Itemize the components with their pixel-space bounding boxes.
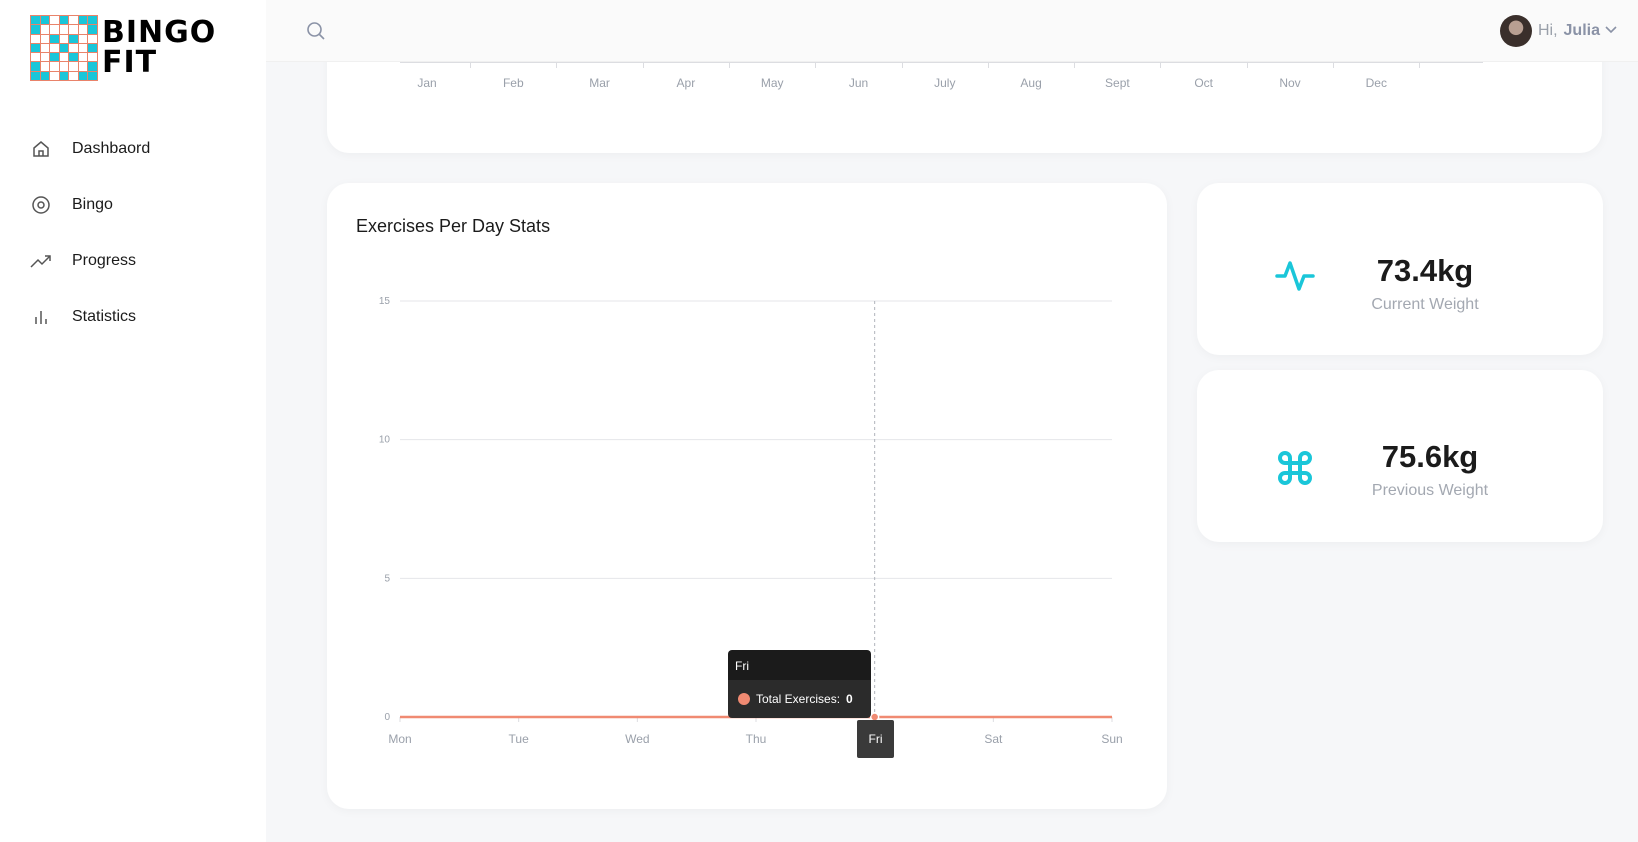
current-weight-value: 73.4kg [1376,253,1474,288]
command-icon [1275,448,1315,488]
sidebar-item-label: Progress [72,252,137,269]
previous-weight-label: Previous Weight [1371,482,1489,499]
sidebar-item-label: Bingo [72,196,113,213]
chart-tooltip: Fri Total Exercises: 0 [728,650,871,718]
current-weight-card: 73.4kg Current Weight [1197,183,1603,355]
month-tick-mark [815,62,817,68]
user-menu[interactable]: Hi, Julia [1499,15,1618,47]
bar-chart-icon [30,306,52,328]
sidebar: BINGO FIT Dashbaord Bingo Progress Stati… [0,0,266,842]
month-tick-mark [556,62,558,68]
month-tick-label: Dec [1365,76,1387,90]
month-tick-mark [1160,62,1162,68]
sidebar-item-bingo[interactable]: Bingo [30,177,150,233]
month-tick-mark [1419,62,1421,68]
month-tick-label: Mar [589,76,610,90]
logo-text: BINGO FIT [102,18,216,78]
x-tick-label: Tue [509,732,530,746]
previous-weight-card: 75.6kg Previous Weight [1197,370,1603,542]
month-tick-label: Oct [1194,76,1214,90]
previous-weight-value: 75.6kg [1381,439,1479,474]
logo-line-1: BINGO [102,15,217,50]
x-tick-label: Sun [1101,732,1122,746]
tooltip-value: 0 [846,692,853,706]
month-tick-mark [728,62,730,68]
username: Julia [1563,22,1600,39]
pulse-icon [1275,256,1315,296]
y-tick-label: 10 [379,435,391,446]
greeting: Hi, [1537,22,1558,39]
y-tick-label: 0 [384,712,390,723]
sidebar-item-dashboard[interactable]: Dashbaord [30,121,150,177]
series-dot-icon [738,693,750,705]
tooltip-category: Fri [728,650,871,680]
month-tick-label: May [760,76,784,90]
sidebar-item-label: Dashbaord [72,140,151,157]
y-tick-label: 15 [379,296,391,307]
search-icon[interactable] [306,21,326,41]
logo-line-2: FIT [102,45,158,80]
month-tick-label: Nov [1279,76,1301,90]
logo[interactable]: BINGO FIT [30,15,216,81]
month-tick-mark [470,62,471,68]
x-tick-label: Sat [984,732,1003,746]
sidebar-item-statistics[interactable]: Statistics [30,289,150,345]
monthly-x-axis: Jan Feb Mar Apr May Jun July Aug Sept Oct Nov Dec [327,62,1602,92]
x-axis-hover-label: Fri [857,720,894,758]
month-tick-mark [1074,62,1076,68]
month-tick-mark [1333,62,1334,68]
month-tick-mark [901,62,903,68]
home-icon [30,138,52,160]
x-tick-label: Wed [625,732,649,746]
month-tick-label: Jun [848,76,869,90]
month-tick-mark [642,62,644,68]
sidebar-nav: Dashbaord Bingo Progress Statistics [30,121,150,345]
month-tick-label: Apr [676,76,696,90]
sidebar-item-progress[interactable]: Progress [30,233,150,289]
month-tick-label: July [934,76,956,90]
avatar [1499,15,1532,47]
month-tick-label: Feb [502,76,524,90]
logo-grid-icon [30,15,98,81]
x-tick-label: Thu [746,732,767,746]
trending-up-icon [30,250,52,272]
chevron-down-icon [1604,22,1618,41]
month-tick-mark [987,62,989,68]
sidebar-item-label: Statistics [72,308,137,325]
current-weight-label: Current Weight [1371,296,1479,313]
tooltip-body: Total Exercises: 0 [728,680,871,718]
x-tick-label: Mon [388,732,411,746]
month-tick-label: Sept [1105,76,1130,90]
target-icon [30,194,52,216]
topbar: Hi, Julia [266,0,1638,62]
y-tick-label: 5 [384,573,390,584]
tooltip-label: Total Exercises: [756,692,841,706]
month-tick-mark [1246,62,1248,68]
month-tick-label: Jan [417,76,437,90]
month-tick-label: Aug [1020,76,1042,90]
monthly-axis-line [400,62,1483,63]
